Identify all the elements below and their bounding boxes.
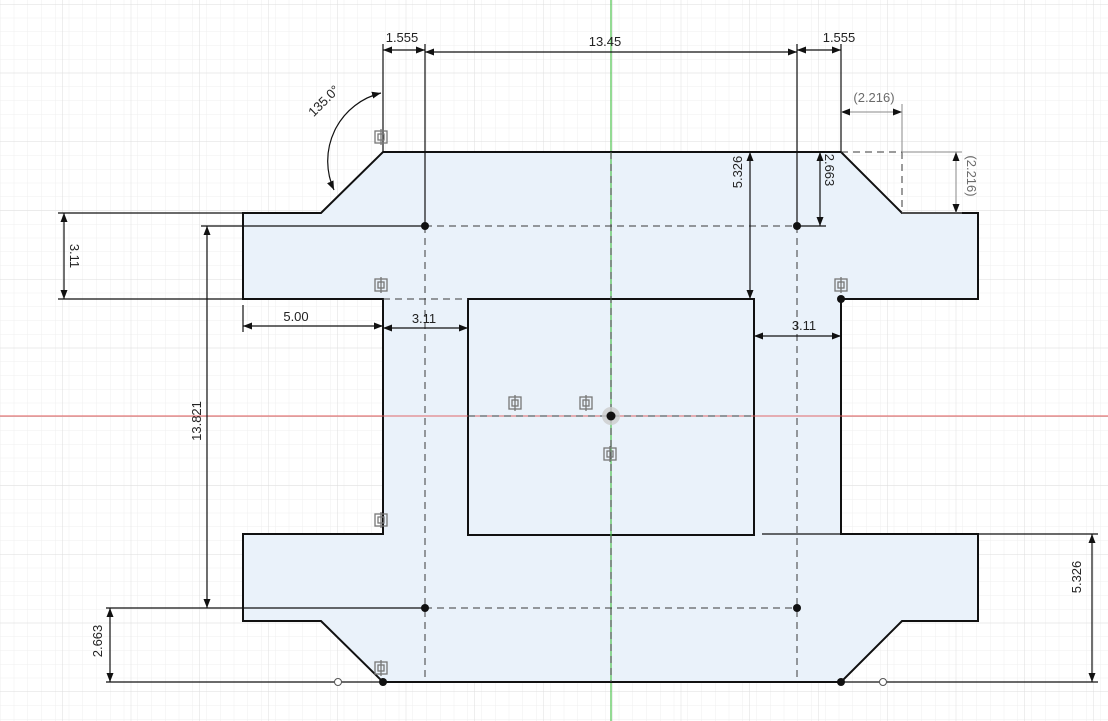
sketch-canvas[interactable]: 1.555 13.45 1.555 135.0° (2.216) (2.216)… <box>0 0 1108 721</box>
dim-inner-right-gap[interactable]: 3.11 <box>792 318 816 333</box>
dim-inner-left-gap[interactable]: 3.11 <box>412 311 436 326</box>
dim-bottom-right-height[interactable]: 5.326 <box>1069 561 1084 594</box>
dim-bottom-left-height[interactable]: 2.663 <box>90 625 105 658</box>
dim-right-height-2663[interactable]: 2.663 <box>822 154 837 187</box>
dim-center-height[interactable]: 13.821 <box>189 401 204 441</box>
dim-chamfer-h-ref[interactable]: (2.216) <box>853 90 894 105</box>
dim-chamfer-v-ref[interactable]: (2.216) <box>964 155 979 196</box>
origin-point-icon[interactable] <box>602 407 620 425</box>
dim-left-tab-height[interactable]: 3.11 <box>67 244 82 268</box>
dim-right-height-5326[interactable]: 5.326 <box>730 156 745 189</box>
dim-left-tab-width[interactable]: 5.00 <box>283 309 308 324</box>
dim-top-center-width[interactable]: 13.45 <box>589 34 622 49</box>
dim-top-left-width[interactable]: 1.555 <box>386 30 419 45</box>
dim-top-right-width[interactable]: 1.555 <box>823 30 856 45</box>
